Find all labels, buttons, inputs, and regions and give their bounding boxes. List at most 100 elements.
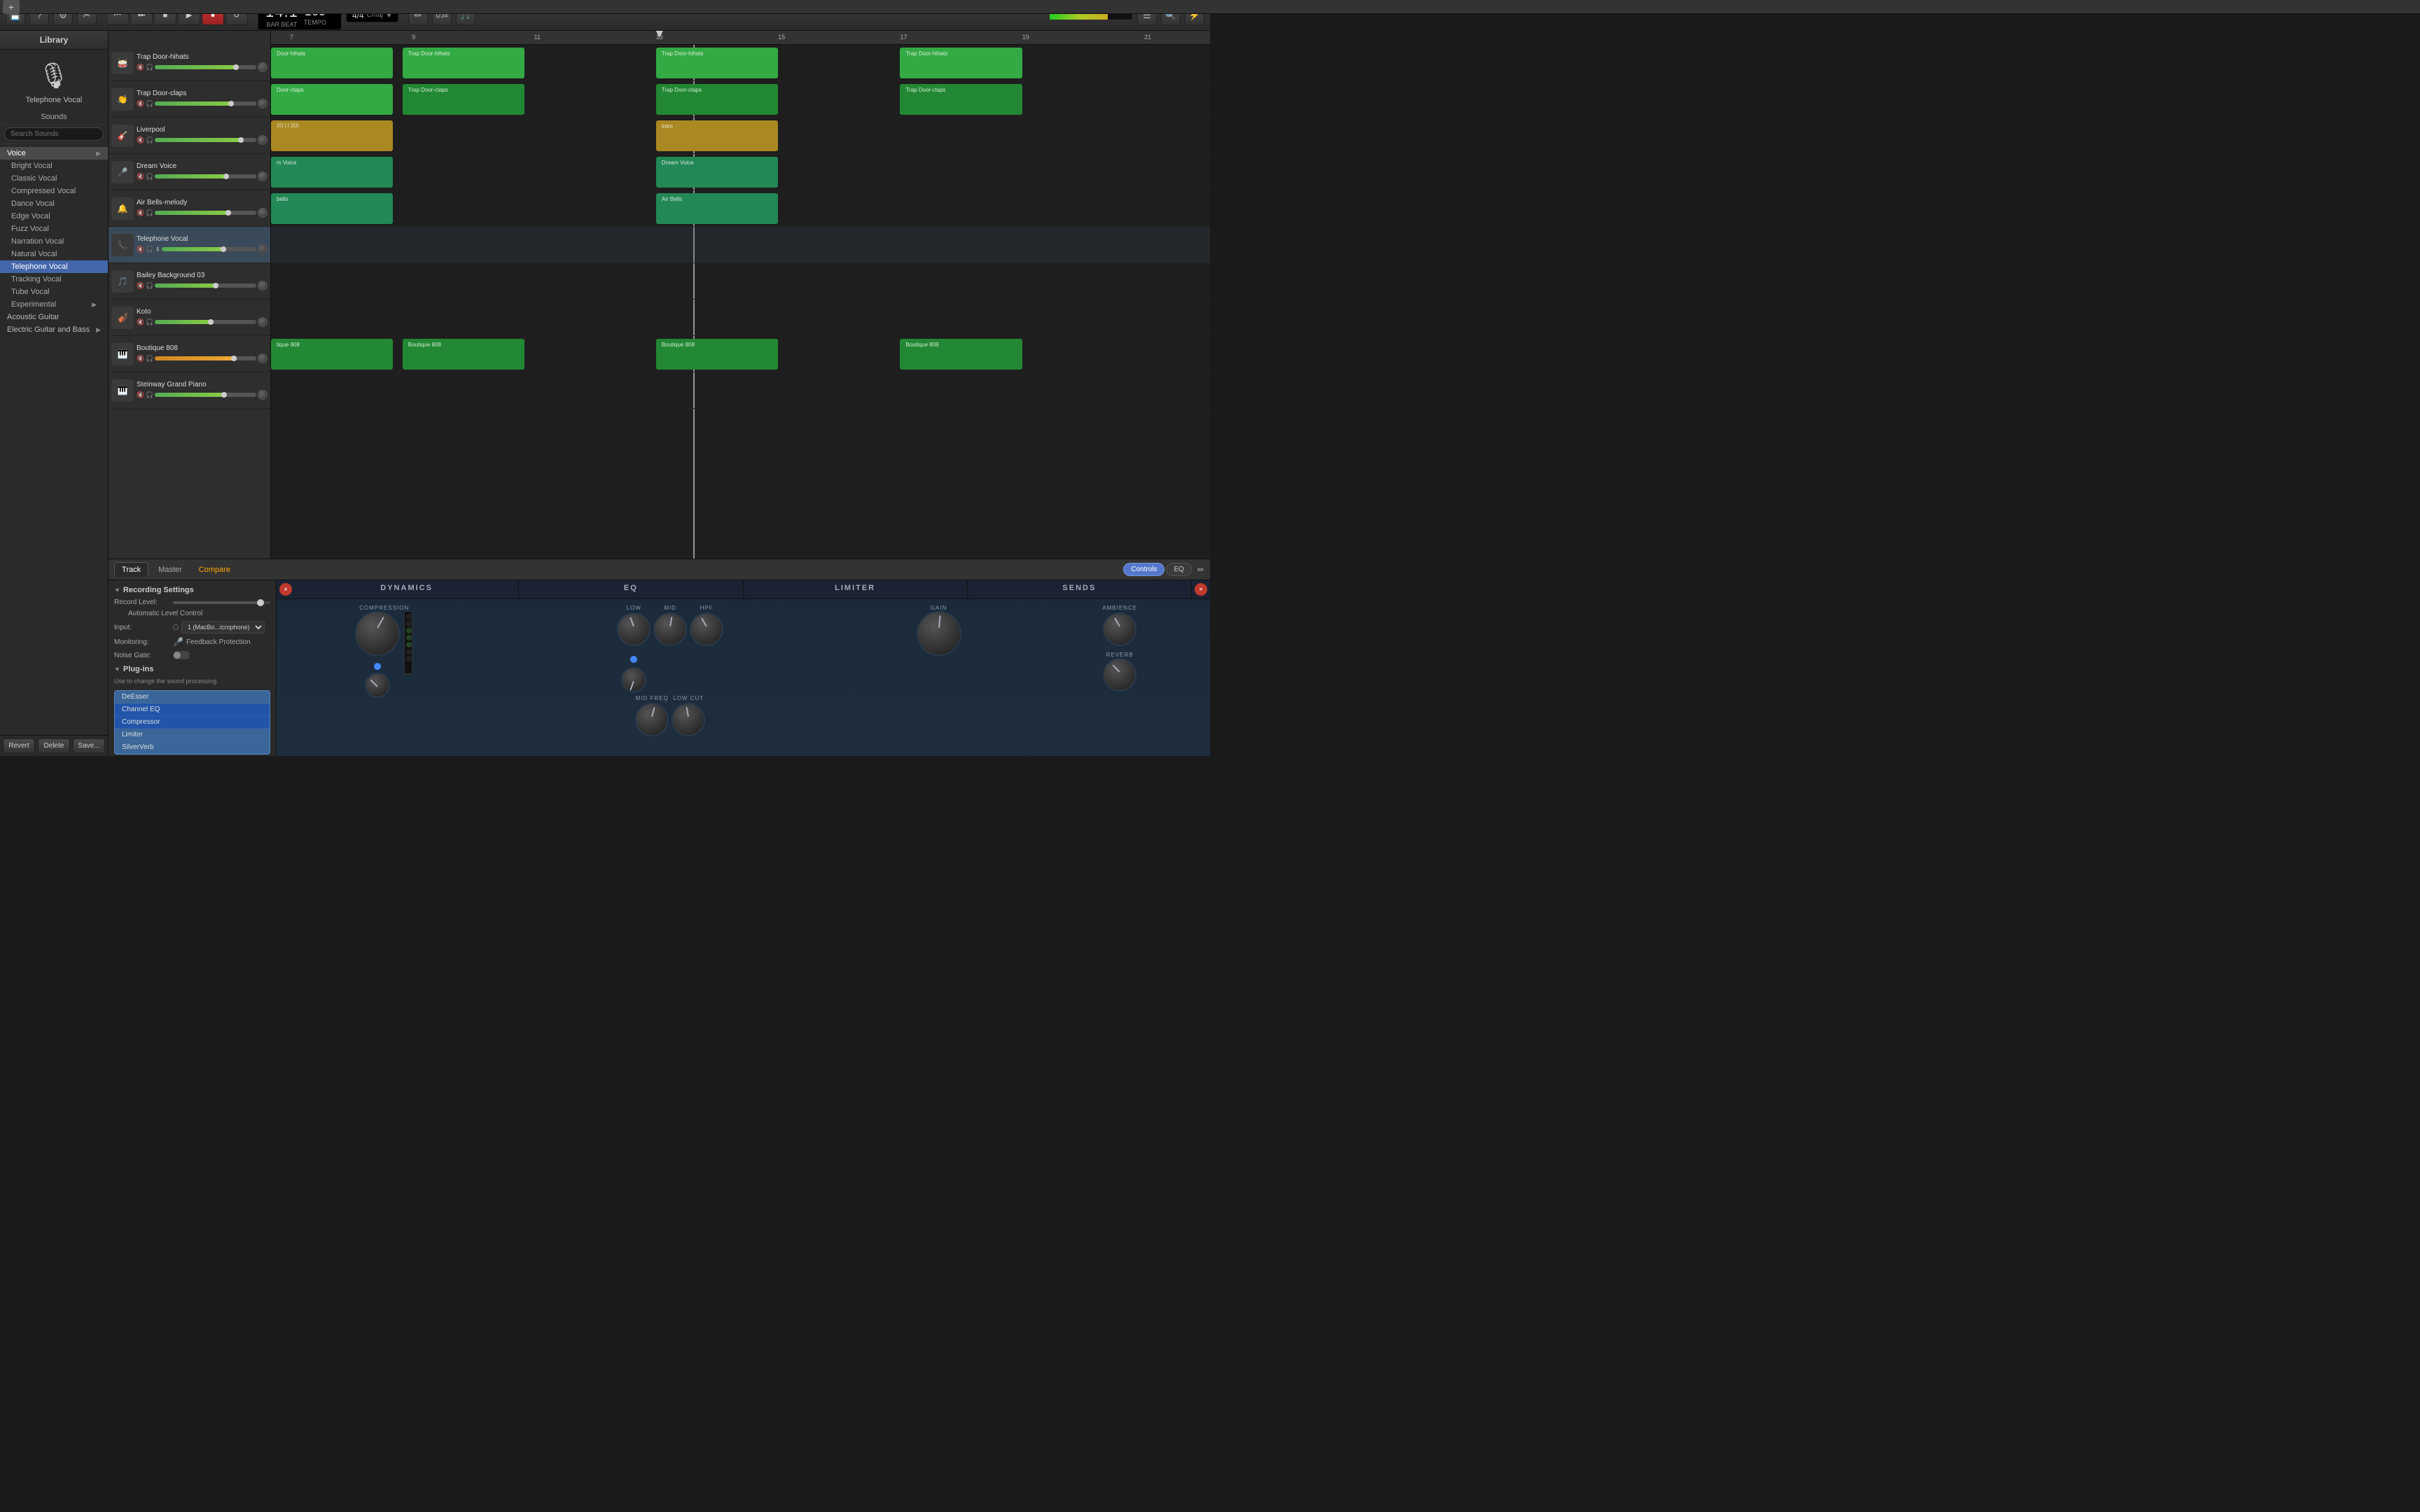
region-liverpool-1[interactable]: )))) ) ) ))))) xyxy=(271,120,393,151)
tab-track[interactable]: Track xyxy=(114,562,148,577)
sends-ambience-knob[interactable] xyxy=(1103,612,1136,646)
volume-boutique808[interactable] xyxy=(155,356,256,360)
sound-classic-vocal[interactable]: Classic Vocal xyxy=(0,172,108,185)
compression-knob[interactable] xyxy=(355,611,400,656)
region-boutique808-2[interactable]: Boutique 808 xyxy=(403,339,524,370)
pan-air-bells[interactable] xyxy=(258,208,267,218)
mute-btn-koto[interactable]: 🔇 xyxy=(137,318,144,326)
sound-tube-vocal[interactable]: Tube Vocal xyxy=(0,286,108,298)
region-claps-2[interactable]: Trap Door-claps xyxy=(403,84,524,115)
save-button[interactable]: Save... xyxy=(73,738,105,753)
volume-koto[interactable] xyxy=(155,320,256,324)
pan-koto[interactable] xyxy=(258,317,267,327)
region-boutique808-4[interactable]: Boutique 808 xyxy=(900,339,1022,370)
region-dreamvoice-2[interactable]: Dream Voice xyxy=(656,157,778,188)
headphone-btn-liverpool[interactable]: 🎧 xyxy=(146,136,153,144)
ctrl-tab-controls[interactable]: Controls xyxy=(1123,563,1164,576)
pan-boutique808[interactable] xyxy=(258,354,267,363)
category-acoustic-guitar[interactable]: Acoustic Guitar xyxy=(0,311,108,323)
record-level-slider[interactable] xyxy=(173,601,270,604)
region-claps-1[interactable]: Door-claps xyxy=(271,84,393,115)
eq-low-knob[interactable] xyxy=(617,612,651,646)
headphone-btn-boutique808[interactable]: 🎧 xyxy=(146,355,153,363)
plugin-compressor[interactable]: Compressor xyxy=(115,716,270,729)
mute-btn-hihats[interactable]: 🔇 xyxy=(137,64,144,71)
sound-bright-vocal[interactable]: Bright Vocal xyxy=(0,160,108,172)
category-voice[interactable]: Voice ▶ xyxy=(0,147,108,160)
pan-claps[interactable] xyxy=(258,99,267,108)
sound-natural-vocal[interactable]: Natural Vocal xyxy=(0,248,108,260)
region-liverpool-intro[interactable]: Intro xyxy=(656,120,778,151)
pan-telephone-vocal[interactable] xyxy=(258,244,267,254)
mute-btn-telephone-vocal[interactable]: 🔇 xyxy=(137,246,144,253)
pencil-edit-icon[interactable]: ✏ xyxy=(1197,565,1204,575)
sound-narration-vocal[interactable]: Narration Vocal xyxy=(0,235,108,248)
headphone-btn-hihats[interactable]: 🎧 xyxy=(146,64,153,71)
sound-compressed-vocal[interactable]: Compressed Vocal xyxy=(0,185,108,197)
headphone-btn-bailey[interactable]: 🎧 xyxy=(146,282,153,290)
sound-experimental[interactable]: Experimental ▶ xyxy=(0,298,108,311)
sound-fuzz-vocal[interactable]: Fuzz Vocal xyxy=(0,223,108,235)
tracks-timeline[interactable]: Door-hihats Trap Door-hihats Trap Door-h… xyxy=(271,45,1210,559)
region-hihats-4[interactable]: Trap Door-hihats xyxy=(900,48,1022,78)
download-btn-telephone-vocal[interactable]: ⬇ xyxy=(155,246,160,253)
volume-telephone-vocal[interactable] xyxy=(162,247,256,251)
headphone-btn-air-bells[interactable]: 🎧 xyxy=(146,209,153,217)
region-hihats-1[interactable]: Door-hihats xyxy=(271,48,393,78)
dsp-close-left[interactable]: × xyxy=(279,583,292,596)
revert-button[interactable]: Revert xyxy=(3,738,35,753)
volume-claps[interactable] xyxy=(155,102,256,106)
region-boutique808-3[interactable]: Boutique 808 xyxy=(656,339,778,370)
region-claps-3[interactable]: Trap Door-claps xyxy=(656,84,778,115)
dsp-close-right[interactable]: × xyxy=(1195,583,1207,596)
sound-edge-vocal[interactable]: Edge Vocal xyxy=(0,210,108,223)
mute-btn-dream-voice[interactable]: 🔇 xyxy=(137,173,144,181)
volume-hihats[interactable] xyxy=(155,65,256,69)
pan-dream-voice[interactable] xyxy=(258,172,267,181)
noise-gate-toggle[interactable] xyxy=(173,651,190,659)
plugin-silververb[interactable]: SilverVerb xyxy=(115,741,270,754)
eq-low-sub-knob[interactable] xyxy=(621,667,646,692)
pan-liverpool[interactable] xyxy=(258,135,267,145)
region-airbells-1[interactable]: bells xyxy=(271,193,393,224)
mute-btn-air-bells[interactable]: 🔇 xyxy=(137,209,144,217)
plugin-limiter[interactable]: Limiter xyxy=(115,729,270,741)
mute-btn-liverpool[interactable]: 🔇 xyxy=(137,136,144,144)
pan-steinway[interactable] xyxy=(258,390,267,400)
input-select[interactable]: 1 (MacBo...icrophone) xyxy=(181,621,265,634)
sound-telephone-vocal[interactable]: Telephone Vocal xyxy=(0,260,108,273)
region-hihats-3[interactable]: Trap Door-hihats xyxy=(656,48,778,78)
region-boutique808-1[interactable]: tique 808 xyxy=(271,339,393,370)
mute-btn-claps[interactable]: 🔇 xyxy=(137,100,144,108)
eq-mid-knob[interactable] xyxy=(653,612,687,646)
pan-hihats[interactable] xyxy=(258,62,267,72)
plugin-deesser[interactable]: DeEsser xyxy=(115,691,270,704)
mute-btn-boutique808[interactable]: 🔇 xyxy=(137,355,144,363)
tab-compare[interactable]: Compare xyxy=(192,563,237,577)
mute-btn-steinway[interactable]: 🔇 xyxy=(137,391,144,399)
region-claps-4[interactable]: Trap Door-claps xyxy=(900,84,1022,115)
volume-steinway[interactable] xyxy=(155,393,256,397)
region-airbells-2[interactable]: Air Bells xyxy=(656,193,778,224)
category-electric-guitar[interactable]: Electric Guitar and Bass ▶ xyxy=(0,323,108,336)
volume-dream-voice[interactable] xyxy=(155,174,256,178)
volume-liverpool[interactable] xyxy=(155,138,256,142)
plugin-channel-eq[interactable]: Channel EQ xyxy=(115,704,270,716)
headphone-btn-claps[interactable]: 🎧 xyxy=(146,100,153,108)
headphone-btn-koto[interactable]: 🎧 xyxy=(146,318,153,326)
headphone-btn-dream-voice[interactable]: 🎧 xyxy=(146,173,153,181)
region-dreamvoice-1[interactable]: m Voice xyxy=(271,157,393,188)
compression-sub-knob[interactable] xyxy=(365,673,390,698)
pan-bailey[interactable] xyxy=(258,281,267,290)
sends-reverb-knob[interactable] xyxy=(1103,658,1136,692)
limiter-gain-knob[interactable] xyxy=(917,611,961,656)
search-input[interactable] xyxy=(4,127,104,141)
volume-air-bells[interactable] xyxy=(155,211,256,215)
eq-hpf-knob[interactable] xyxy=(690,612,723,646)
volume-bailey[interactable] xyxy=(155,284,256,288)
ctrl-tab-eq[interactable]: EQ xyxy=(1166,563,1191,576)
sound-dance-vocal[interactable]: Dance Vocal xyxy=(0,197,108,210)
tab-master[interactable]: Master xyxy=(151,563,189,577)
headphone-btn-steinway[interactable]: 🎧 xyxy=(146,391,153,399)
region-hihats-2[interactable]: Trap Door-hihats xyxy=(403,48,524,78)
